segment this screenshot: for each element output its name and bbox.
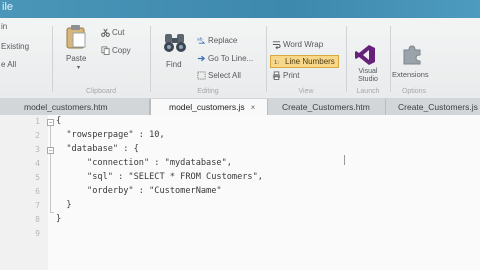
arrow-right-icon bbox=[197, 55, 206, 62]
options-group-label: Options bbox=[401, 88, 427, 95]
ribbon-divider bbox=[346, 26, 347, 92]
word-wrap-label: Word Wrap bbox=[283, 40, 324, 49]
tab-label: Create_Customers.htm bbox=[282, 102, 370, 112]
code-line: "connection" : "mydatabase", bbox=[56, 158, 232, 168]
code-line: "rowsperpage" : 10, bbox=[56, 130, 165, 140]
line-numbers-toggle[interactable]: 1: Line Numbers bbox=[270, 55, 339, 68]
replace-icon: ab bbox=[197, 37, 206, 44]
visual-studio-button[interactable] bbox=[354, 44, 376, 66]
extensions-group: Extensions Options bbox=[392, 18, 436, 98]
print-button[interactable]: Print bbox=[272, 71, 299, 80]
binoculars-icon bbox=[164, 34, 186, 52]
word-wrap-button[interactable]: Word Wrap bbox=[272, 40, 323, 49]
print-label: Print bbox=[283, 71, 300, 80]
document-tabs: model_customers.htm model_customers.js ×… bbox=[0, 98, 480, 116]
editing-group-label: Editing bbox=[197, 88, 219, 95]
open-existing-button[interactable]: Existing bbox=[1, 42, 29, 51]
find-button[interactable] bbox=[163, 32, 187, 54]
line-number: 7 bbox=[35, 201, 40, 210]
text-cursor bbox=[344, 155, 345, 165]
replace-button[interactable]: ab Replace bbox=[197, 36, 237, 45]
tab-create-customers-htm[interactable]: Create_Customers.htm bbox=[268, 99, 386, 115]
code-line: "database" : { bbox=[56, 144, 139, 154]
line-number: 4 bbox=[35, 159, 40, 168]
line-number: 2 bbox=[35, 131, 40, 140]
visual-studio-label: Visual Studio bbox=[358, 68, 378, 83]
select-all-label: Select All bbox=[208, 71, 241, 80]
svg-text:1:: 1: bbox=[274, 60, 279, 66]
paste-icon bbox=[66, 25, 86, 49]
code-line: } bbox=[56, 214, 62, 224]
line-number-gutter: 1 2 3 4 5 6 7 8 9 bbox=[0, 115, 48, 270]
tab-model-customers-htm[interactable]: model_customers.htm bbox=[0, 99, 150, 115]
copy-icon bbox=[101, 46, 110, 55]
scissors-icon bbox=[101, 28, 110, 37]
find-label: Find bbox=[166, 60, 182, 69]
title-bar: ile bbox=[0, 0, 480, 18]
launch-group: Visual Studio Launch bbox=[348, 18, 388, 98]
tab-label: Create_Customers.js bbox=[398, 102, 478, 112]
clipboard-group-label: Clipboard bbox=[86, 88, 116, 95]
editing-group: Find ab Replace Go To Line... Select All bbox=[153, 18, 263, 98]
fold-end-marker bbox=[50, 212, 54, 213]
goto-line-button[interactable]: Go To Line... bbox=[197, 54, 253, 63]
view-group: Word Wrap 1: Line Numbers Print View bbox=[268, 18, 344, 98]
replace-label: Replace bbox=[208, 36, 238, 45]
line-number: 9 bbox=[35, 229, 40, 238]
indent-guide bbox=[50, 154, 51, 212]
close-tab-icon[interactable]: × bbox=[251, 103, 256, 112]
line-numbers-label: Line Numbers bbox=[285, 57, 335, 66]
fold-toggle-icon[interactable]: − bbox=[47, 147, 54, 154]
paste-label: Paste bbox=[66, 54, 87, 63]
editor-window: ile in Existing e All Paste ▾ Cut Copy C… bbox=[0, 0, 480, 270]
code-line: { bbox=[56, 116, 62, 126]
line-numbers-icon: 1: bbox=[274, 60, 279, 66]
goto-line-label: Go To Line... bbox=[208, 54, 254, 63]
indent-guide bbox=[50, 126, 51, 147]
line-number: 5 bbox=[35, 173, 40, 182]
ribbon: in Existing e All Paste ▾ Cut Copy Clipb… bbox=[0, 18, 480, 99]
file-menu[interactable]: ile bbox=[2, 1, 13, 13]
line-number: 6 bbox=[35, 187, 40, 196]
ribbon-divider bbox=[266, 26, 267, 92]
paste-button[interactable] bbox=[65, 24, 87, 50]
line-number: 1 bbox=[35, 117, 40, 126]
tab-model-customers-js[interactable]: model_customers.js × bbox=[150, 99, 268, 115]
select-all-button[interactable]: Select All bbox=[197, 71, 241, 80]
ribbon-divider bbox=[150, 26, 151, 92]
code-line: } bbox=[56, 200, 72, 210]
ribbon-in-label[interactable]: in bbox=[1, 22, 7, 31]
ribbon-divider bbox=[52, 26, 53, 92]
code-editor[interactable]: 1 2 3 4 5 6 7 8 9 − − { "rowsperpage" : … bbox=[0, 115, 480, 270]
fold-toggle-icon[interactable]: − bbox=[47, 119, 54, 126]
extensions-button[interactable] bbox=[401, 44, 423, 66]
visual-studio-icon bbox=[355, 45, 375, 65]
select-all-icon bbox=[197, 71, 206, 80]
puzzle-icon bbox=[403, 45, 421, 65]
line-number: 8 bbox=[35, 215, 40, 224]
view-group-label: View bbox=[298, 88, 314, 95]
copy-label: Copy bbox=[112, 46, 131, 55]
tab-label: model_customers.htm bbox=[24, 102, 108, 112]
copy-button[interactable]: Copy bbox=[101, 46, 131, 55]
paste-dropdown-icon[interactable]: ▾ bbox=[77, 64, 80, 71]
printer-icon bbox=[272, 71, 281, 80]
ribbon-divider bbox=[390, 26, 391, 92]
ribbon-left-group: in Existing e All bbox=[0, 18, 50, 98]
tab-create-customers-js[interactable]: Create_Customers.js bbox=[386, 99, 480, 115]
cut-label: Cut bbox=[112, 28, 125, 37]
code-line: "orderby" : "CustomerName" bbox=[56, 186, 222, 196]
save-all-button[interactable]: e All bbox=[1, 60, 16, 69]
cut-button[interactable]: Cut bbox=[101, 28, 124, 37]
tab-label: model_customers.js bbox=[169, 102, 245, 112]
launch-group-label: Launch bbox=[356, 88, 380, 95]
svg-text:ab: ab bbox=[197, 37, 203, 43]
clipboard-group: Paste ▾ Cut Copy Clipboard bbox=[55, 18, 147, 98]
line-number: 3 bbox=[35, 145, 40, 154]
extensions-label: Extensions bbox=[392, 70, 429, 79]
code-line: "sql" : "SELECT * FROM Customers", bbox=[56, 172, 263, 182]
word-wrap-icon bbox=[272, 41, 281, 49]
